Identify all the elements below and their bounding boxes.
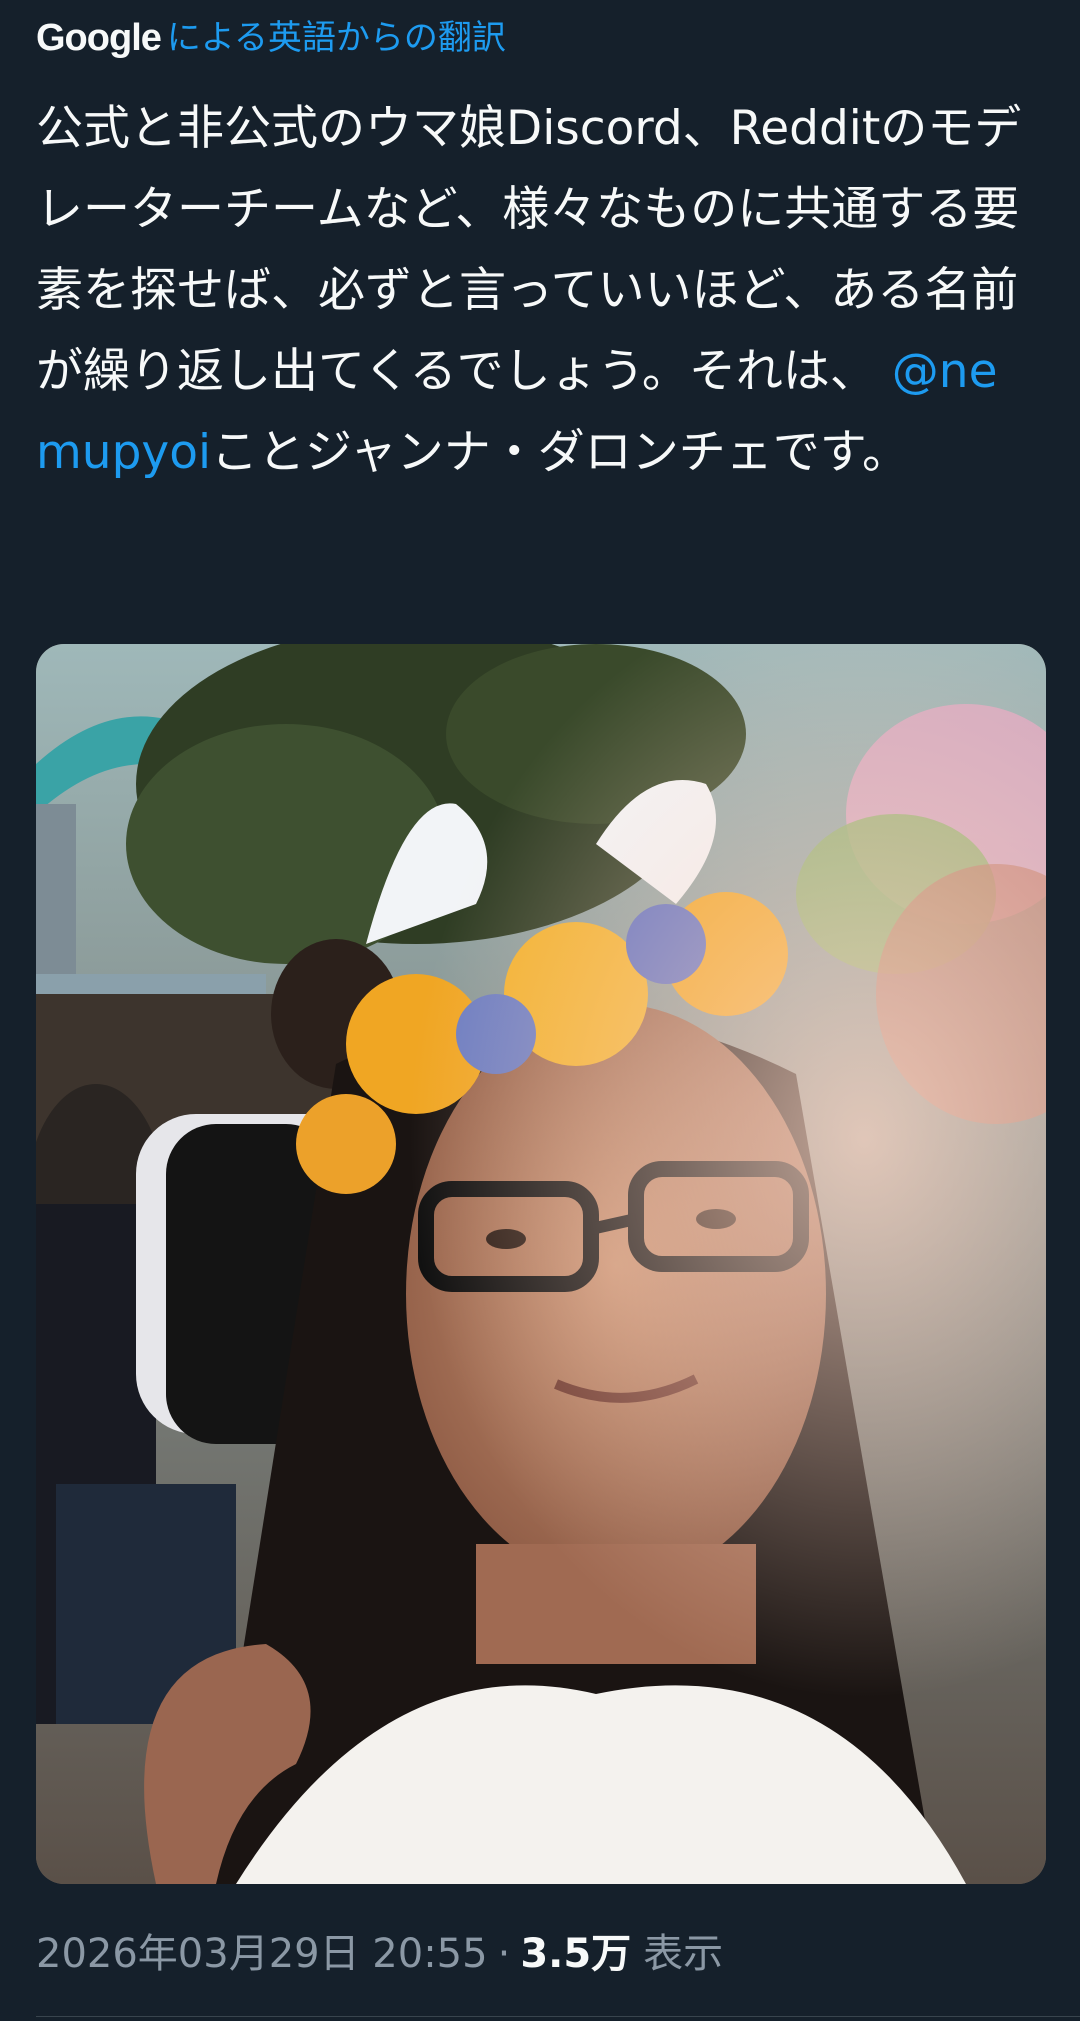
meta-separator: · — [497, 1931, 511, 1977]
views-count[interactable]: 3.5万 — [520, 1928, 631, 1980]
timestamp[interactable]: 2026年03月29日 20:55 — [36, 1928, 488, 1980]
divider — [36, 2016, 1080, 2017]
tweet-photo[interactable] — [36, 644, 1046, 1884]
tweet-text-part: 公式と非公式のウマ娘Discord、Redditのモデレーターチームなど、様々な… — [36, 101, 1022, 399]
tweet-detail: Google による英語からの翻訳 公式と非公式のウマ娘Discord、Redd… — [0, 0, 1080, 2021]
views-label: 表示 — [643, 1931, 724, 1977]
google-logo: Google — [36, 17, 162, 59]
translation-attribution[interactable]: Google による英語からの翻訳 — [36, 14, 506, 62]
photo-illustration — [36, 644, 1046, 1884]
tweet-text: 公式と非公式のウマ娘Discord、Redditのモデレーターチームなど、様々な… — [36, 88, 1036, 493]
tweet-meta: 2026年03月29日 20:55 · 3.5万 表示 — [36, 1928, 723, 1980]
translation-label[interactable]: による英語からの翻訳 — [167, 14, 506, 62]
tweet-text-part: ことジャンナ・ダロンチェです。 — [211, 425, 909, 480]
